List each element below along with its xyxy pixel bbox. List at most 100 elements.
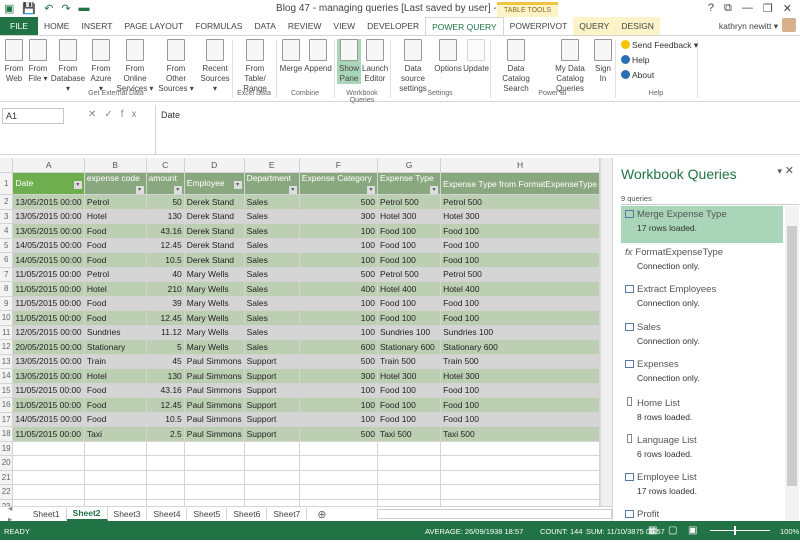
query-item[interactable]: Profit xyxy=(621,506,783,543)
horizontal-scrollbar[interactable] xyxy=(376,509,612,519)
sheet-tab-sheet3[interactable]: Sheet3 xyxy=(108,508,148,520)
cell[interactable]: 50 xyxy=(146,194,185,210)
ribbon-button-from-file[interactable]: From File ▾ xyxy=(26,39,50,84)
cell[interactable]: Food 100 xyxy=(440,252,600,268)
ribbon-button-data-source-settings[interactable]: Data source settings xyxy=(392,39,434,94)
filter-dropdown-icon[interactable]: ▾ xyxy=(73,181,82,189)
cell[interactable]: Support xyxy=(244,354,300,369)
cell[interactable]: Sales xyxy=(244,310,300,326)
cell[interactable]: Taxi 500 xyxy=(377,426,442,442)
cell[interactable] xyxy=(184,441,245,456)
cell[interactable]: Mary Wells xyxy=(184,310,245,326)
cell[interactable]: Mary Wells xyxy=(184,325,245,340)
user-name[interactable]: kathryn newitt ▾ xyxy=(719,21,778,32)
cell[interactable] xyxy=(377,455,442,471)
cell[interactable]: Food 100 xyxy=(440,223,600,239)
row-number[interactable]: 20 xyxy=(0,455,14,471)
cell[interactable]: Hotel 400 xyxy=(377,281,442,297)
cell[interactable] xyxy=(299,441,378,456)
ribbon-button-from-web[interactable]: From Web xyxy=(2,39,26,84)
cell[interactable]: 14/05/2015 00:00 xyxy=(12,238,85,253)
cell[interactable]: Food 100 xyxy=(377,223,442,239)
cell[interactable]: Paul Simmons xyxy=(184,368,245,384)
cell[interactable] xyxy=(244,455,300,471)
ribbon-button-from-table-range[interactable]: From Table/Range xyxy=(234,39,276,94)
cell[interactable] xyxy=(244,499,300,506)
cell[interactable]: 45 xyxy=(146,354,185,369)
cell[interactable]: Taxi xyxy=(84,426,147,442)
cell[interactable]: Food xyxy=(84,252,147,268)
cell[interactable]: 500 xyxy=(299,426,378,442)
vertical-scrollbar[interactable] xyxy=(600,158,612,506)
cell[interactable]: 20/05/2015 00:00 xyxy=(12,339,85,355)
cell[interactable]: Derek Stand xyxy=(184,194,245,210)
cell[interactable] xyxy=(84,441,147,456)
table-header-cell[interactable]: Date ▾ xyxy=(12,172,85,195)
cell[interactable]: 12/05/2015 00:00 xyxy=(12,325,85,340)
column-header[interactable]: H xyxy=(440,158,600,173)
cell[interactable]: 300 xyxy=(299,368,378,384)
ribbon-button-show-pane[interactable]: Show Pane xyxy=(337,39,361,84)
cell[interactable]: 11.12 xyxy=(146,325,185,340)
cell[interactable]: 40 xyxy=(146,267,185,282)
cell[interactable]: Food xyxy=(84,310,147,326)
cell[interactable]: Petrol 500 xyxy=(440,267,600,282)
cell[interactable] xyxy=(440,484,600,500)
row-number[interactable]: 19 xyxy=(0,441,14,456)
cell[interactable] xyxy=(377,441,442,456)
cell[interactable]: Derek Stand xyxy=(184,238,245,253)
cell[interactable]: Sundries 100 xyxy=(377,325,442,340)
cell[interactable]: 11/05/2015 00:00 xyxy=(12,296,85,311)
cell[interactable] xyxy=(299,470,378,485)
ribbon-button-my-data-catalog-queries[interactable]: My Data Catalog Queries xyxy=(546,39,594,94)
close-icon[interactable]: ✕ xyxy=(785,164,794,177)
cell[interactable]: Stationary 600 xyxy=(377,339,442,355)
sheet-tab-sheet4[interactable]: Sheet4 xyxy=(147,508,188,520)
cell[interactable]: 100 xyxy=(299,223,378,239)
cell[interactable]: Food 100 xyxy=(440,238,600,253)
cell[interactable] xyxy=(146,455,185,471)
cell[interactable]: 500 xyxy=(299,267,378,282)
cell[interactable]: 11/05/2015 00:00 xyxy=(12,397,85,413)
cell[interactable]: 12.45 xyxy=(146,397,185,413)
tab-powerpivot[interactable]: POWERPIVOT xyxy=(504,17,574,35)
cell[interactable]: Food xyxy=(84,383,147,398)
row-number[interactable]: 3 xyxy=(0,209,14,224)
query-item[interactable]: Language List 6 rows loaded. xyxy=(621,431,783,468)
cell[interactable]: Food xyxy=(84,223,147,239)
avatar[interactable] xyxy=(782,18,796,32)
sheet-tab-sheet6[interactable]: Sheet6 xyxy=(227,508,268,520)
table-header-cell[interactable]: amount ▾ xyxy=(146,172,185,195)
cell[interactable] xyxy=(184,499,245,506)
query-item[interactable]: Employee List 17 rows loaded. xyxy=(621,469,783,506)
name-box[interactable]: A1 xyxy=(2,108,64,124)
help-item-0[interactable]: Send Feedback ▾ xyxy=(621,40,698,51)
cell[interactable]: Hotel 300 xyxy=(377,209,442,224)
table-header-cell[interactable]: Expense Type from FormatExpenseType xyxy=(440,172,600,195)
cell[interactable]: Paul Simmons xyxy=(184,383,245,398)
cell[interactable]: Support xyxy=(244,383,300,398)
cell[interactable]: Paul Simmons xyxy=(184,412,245,427)
column-header[interactable]: F xyxy=(299,158,378,173)
column-header[interactable]: C xyxy=(146,158,185,173)
enter-icon[interactable]: ✓ xyxy=(104,109,120,120)
row-number[interactable]: 10 xyxy=(0,310,14,326)
cell[interactable] xyxy=(244,470,300,485)
query-item[interactable]: fx FormatExpenseType Connection only. xyxy=(621,244,783,281)
filter-dropdown-icon[interactable]: ▾ xyxy=(366,186,375,194)
cell[interactable]: Food 100 xyxy=(440,412,600,427)
cell[interactable]: 13/05/2015 00:00 xyxy=(12,368,85,384)
cell[interactable]: Food 100 xyxy=(377,397,442,413)
cell[interactable]: Petrol 500 xyxy=(377,194,442,210)
filter-dropdown-icon[interactable]: ▾ xyxy=(135,186,144,194)
row-number[interactable]: 14 xyxy=(0,368,14,384)
cell[interactable]: Sales xyxy=(244,252,300,268)
sheet-tab-sheet1[interactable]: Sheet1 xyxy=(27,508,67,520)
cell[interactable]: Hotel 300 xyxy=(440,368,600,384)
table-header-cell[interactable]: Expense Type ▾ xyxy=(377,172,442,195)
cell[interactable] xyxy=(184,484,245,500)
ribbon-button-options[interactable]: Options xyxy=(434,39,462,74)
restore-ribbon-icon[interactable]: ⧉ xyxy=(724,2,732,15)
row-number[interactable]: 22 xyxy=(0,484,14,500)
cell[interactable]: 13/05/2015 00:00 xyxy=(12,209,85,224)
